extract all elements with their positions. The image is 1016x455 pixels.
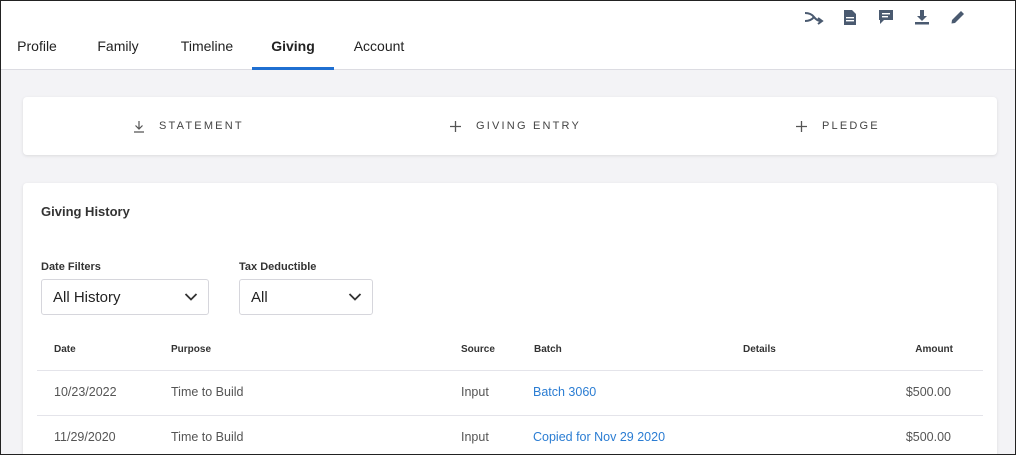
giving-actions-card: STATEMENT GIVING ENTRY PLEDGE — [23, 97, 997, 155]
tab-giving[interactable]: Giving — [252, 28, 334, 70]
row-purpose: Time to Build — [171, 385, 244, 399]
row-date: 11/29/2020 — [54, 430, 116, 444]
tab-profile[interactable]: Profile — [0, 28, 74, 70]
row-date: 10/23/2022 — [54, 385, 117, 399]
giving-entry-button[interactable]: GIVING ENTRY — [449, 97, 581, 155]
plus-icon — [796, 120, 807, 132]
plus-icon — [450, 120, 461, 132]
tab-bar: Profile Family Timeline Giving Account — [0, 28, 424, 70]
row-amount: $500.00 — [905, 385, 951, 399]
column-header-purpose[interactable]: Purpose — [171, 344, 211, 355]
tab-account[interactable]: Account — [334, 28, 424, 70]
giving-entry-label: GIVING ENTRY — [476, 120, 582, 132]
column-header-date[interactable]: Date — [54, 344, 76, 355]
date-filter-select[interactable]: All History — [41, 279, 209, 315]
row-amount: $500.00 — [905, 430, 951, 444]
statement-button[interactable]: STATEMENT — [133, 97, 244, 155]
download-icon[interactable] — [904, 6, 940, 28]
row-source: Input — [461, 385, 489, 399]
giving-history-card: Giving History Date Filters All History … — [23, 183, 997, 455]
merge-icon[interactable] — [796, 6, 832, 28]
tax-deductible-label: Tax Deductible — [239, 261, 317, 273]
pledge-button[interactable]: PLEDGE — [795, 97, 880, 155]
date-filters-label: Date Filters — [41, 261, 101, 273]
row-source: Input — [461, 430, 489, 444]
date-filter-value: All History — [53, 288, 121, 306]
comment-icon[interactable] — [868, 6, 904, 28]
tax-deductible-value: All — [251, 288, 268, 306]
column-header-amount[interactable]: Amount — [915, 344, 953, 355]
giving-history-title: Giving History — [41, 204, 130, 219]
header-actions — [796, 6, 976, 28]
tab-family[interactable]: Family — [74, 28, 162, 70]
table-row[interactable]: 10/23/2022 Time to Build Input Batch 306… — [37, 370, 983, 415]
tab-timeline[interactable]: Timeline — [162, 28, 252, 70]
row-batch-link[interactable]: Batch 3060 — [533, 385, 596, 399]
document-icon[interactable] — [832, 6, 868, 28]
column-header-details[interactable]: Details — [743, 344, 776, 355]
pledge-label: PLEDGE — [822, 120, 880, 132]
statement-label: STATEMENT — [159, 120, 244, 132]
column-header-source[interactable]: Source — [461, 344, 495, 355]
table-row[interactable]: 11/29/2020 Time to Build Input Copied fo… — [37, 415, 983, 455]
tax-deductible-select[interactable]: All — [239, 279, 373, 315]
download-arrow-icon — [134, 120, 144, 133]
chevron-down-icon — [348, 293, 362, 301]
row-purpose: Time to Build — [171, 430, 244, 444]
profile-header: Profile Family Timeline Giving Account — [0, 0, 1016, 70]
chevron-down-icon — [184, 293, 198, 301]
column-header-batch[interactable]: Batch — [534, 344, 562, 355]
row-batch-link[interactable]: Copied for Nov 29 2020 — [533, 430, 665, 444]
pencil-icon[interactable] — [940, 6, 976, 28]
